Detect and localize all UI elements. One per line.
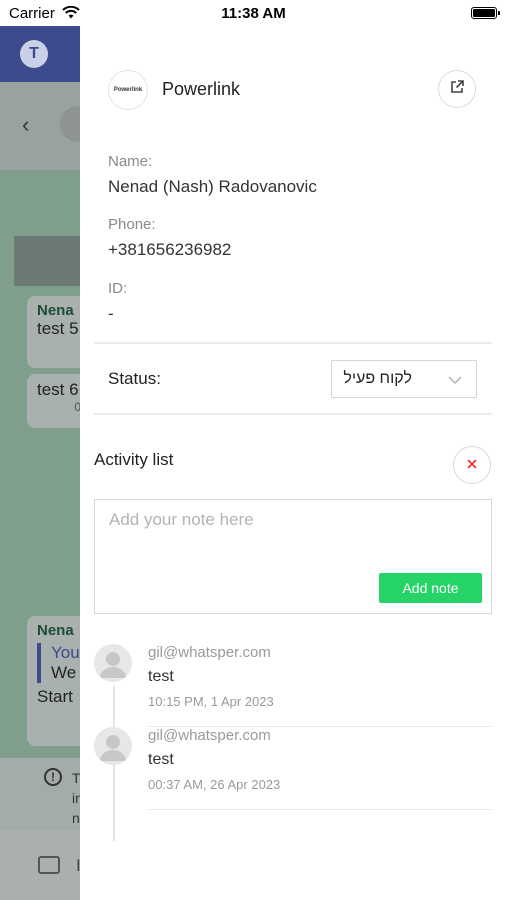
user-avatar-icon xyxy=(94,644,132,682)
status-bar: Carrier 11:38 AM xyxy=(0,0,507,26)
brand-logo: Powerlink xyxy=(108,70,148,110)
message-text: test 6 xyxy=(37,380,79,399)
clock: 11:38 AM xyxy=(221,5,286,22)
phone-label: Phone: xyxy=(108,216,156,233)
id-label: ID: xyxy=(108,280,128,297)
user-avatar-icon xyxy=(94,727,132,765)
activity-time: 10:15 PM, 1 Apr 2023 xyxy=(148,694,274,709)
message-icon[interactable] xyxy=(38,856,60,874)
status-label: Status: xyxy=(108,369,161,388)
crm-side-panel: Powerlink Powerlink Name: Nenad (Nash) R… xyxy=(80,26,507,900)
external-link-icon xyxy=(449,79,465,100)
divider xyxy=(94,342,492,344)
back-arrow-icon[interactable]: ‹ xyxy=(22,112,29,138)
close-icon xyxy=(467,456,477,474)
divider xyxy=(94,413,492,415)
activity-text: test xyxy=(148,668,174,685)
app-root: Carrier 11:38 AM T ‹ Nena test 5 test 6 … xyxy=(0,0,507,900)
activity-time: 00:37 AM, 26 Apr 2023 xyxy=(148,777,281,792)
chevron-down-icon xyxy=(448,372,462,390)
app-logo-icon[interactable]: T xyxy=(20,40,48,68)
activity-text: test xyxy=(148,751,174,768)
phone-value: +381656236982 xyxy=(108,240,232,259)
close-button[interactable] xyxy=(453,446,491,484)
activity-item: gil@whatsper.com test 00:37 AM, 26 Apr 2… xyxy=(94,727,492,811)
id-value: - xyxy=(108,304,114,323)
name-label: Name: xyxy=(108,153,153,170)
brand-name: Powerlink xyxy=(162,79,241,99)
divider xyxy=(148,809,492,810)
info-icon: ! xyxy=(44,768,62,786)
name-value: Nenad (Nash) Radovanovic xyxy=(108,177,317,196)
status-select[interactable]: לקוח פעיל xyxy=(331,360,477,398)
add-note-button[interactable]: Add note xyxy=(379,573,482,603)
message-text: Start xyxy=(37,687,73,706)
activity-user: gil@whatsper.com xyxy=(148,727,271,744)
activity-list-title: Activity list xyxy=(94,450,174,469)
activity-user: gil@whatsper.com xyxy=(148,644,271,661)
message-text: test 5 xyxy=(37,319,79,338)
status-selected-value: לקוח פעיל xyxy=(343,370,412,387)
note-box: Add note xyxy=(94,499,492,614)
battery-icon xyxy=(471,7,500,19)
open-external-button[interactable] xyxy=(438,70,476,108)
activity-item: gil@whatsper.com test 10:15 PM, 1 Apr 20… xyxy=(94,644,492,728)
note-input[interactable] xyxy=(95,500,491,570)
